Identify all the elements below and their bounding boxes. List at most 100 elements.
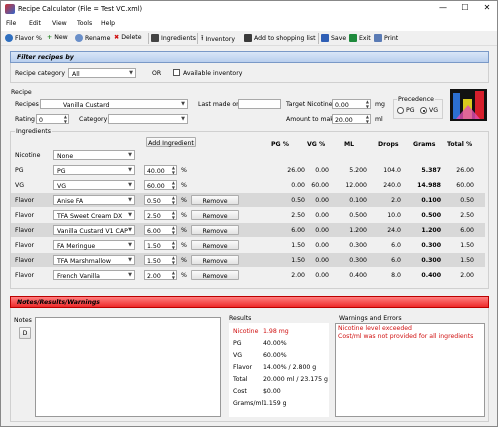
chevron-down-icon: ▼ <box>128 271 132 278</box>
add-shopping-button[interactable]: Add to shopping list <box>244 34 316 42</box>
ingredient-type: VG <box>15 182 25 189</box>
minimize-button[interactable]: — <box>436 3 450 12</box>
result-value: 1.98 mg <box>263 328 289 335</box>
last-made-field[interactable] <box>238 99 281 109</box>
spin-arrows-icon[interactable]: ▲ ▼ <box>366 99 369 109</box>
maximize-button[interactable]: ☐ <box>458 3 472 12</box>
app-window: Recipe Calculator (File = Test VC.xml) —… <box>0 0 498 427</box>
exit-button[interactable]: Exit <box>349 34 371 42</box>
cell-total: 60.00 <box>456 182 474 189</box>
menu-help[interactable]: Help <box>101 20 115 27</box>
col-pg-header: PG % <box>271 141 289 148</box>
target-nicotine-stepper[interactable]: 0.00 ▲ ▼ <box>332 99 371 109</box>
notes-date-button[interactable]: D <box>19 327 31 339</box>
ingredient-type: Flavor <box>15 227 35 234</box>
ingredient-pct-stepper[interactable]: 6.00 ▲ ▼ <box>144 225 177 235</box>
ingredient-select[interactable]: VG ▼ <box>53 180 135 190</box>
remove-button[interactable]: Remove <box>191 240 239 250</box>
toolbar-separator <box>318 33 319 44</box>
ingredient-pct-stepper[interactable]: 1.50 ▲ ▼ <box>144 240 177 250</box>
menu-file[interactable]: File <box>6 20 16 27</box>
amount-stepper[interactable]: 20.00 ▲ ▼ <box>332 114 371 124</box>
ingredient-type: Flavor <box>15 242 35 249</box>
rating-stepper[interactable]: 0 ▲ ▼ <box>36 114 69 124</box>
ingredient-select[interactable]: Anise FA ▼ <box>53 195 135 205</box>
cell-ml: 5.200 <box>349 167 367 174</box>
ingredient-select[interactable]: TFA Marshmallow ▼ <box>53 255 135 265</box>
delete-button[interactable]: ✖ Delete <box>114 34 142 41</box>
results-panel-header[interactable]: Notes/Results/Warnings ⌃⌃ <box>10 296 489 308</box>
cell-vg: 0.00 <box>315 197 329 204</box>
remove-button[interactable]: Remove <box>191 255 239 265</box>
plus-icon: + <box>47 34 53 41</box>
close-button[interactable]: ✕ <box>480 3 494 12</box>
remove-button[interactable]: Remove <box>191 210 239 220</box>
new-button[interactable]: + New <box>47 34 68 41</box>
rating-label: Rating <box>15 116 35 123</box>
save-button[interactable]: Save <box>321 34 346 42</box>
cell-vg: 0.00 <box>315 257 329 264</box>
ingredients-icon <box>151 34 159 42</box>
lab-flask-logo <box>450 89 487 121</box>
add-ingredient-button[interactable]: Add Ingredient <box>146 137 196 147</box>
ingredient-pct-stepper[interactable]: 60.00 ▲ ▼ <box>144 180 177 190</box>
ingredients-button[interactable]: Ingredients <box>151 34 196 42</box>
spin-arrows-icon[interactable]: ▲ ▼ <box>172 255 175 265</box>
inventory-button[interactable]: ⭱ Inventory <box>201 34 235 45</box>
save-icon <box>321 34 329 42</box>
collapse-icon[interactable]: ⌃⌃ <box>17 299 483 307</box>
cell-drops: 104.0 <box>383 167 401 174</box>
spin-arrows-icon[interactable]: ▲ ▼ <box>172 210 175 220</box>
cell-ml: 0.100 <box>349 197 367 204</box>
recipe-category-select[interactable]: All ▼ <box>68 68 136 78</box>
ingredient-select[interactable]: TFA Sweet Cream DX ▼ <box>53 210 135 220</box>
col-ml-header: ML <box>344 141 355 148</box>
ingredient-pct-stepper[interactable]: 2.50 ▲ ▼ <box>144 210 177 220</box>
spin-arrows-icon[interactable]: ▲ ▼ <box>172 180 175 190</box>
recipes-select[interactable]: Vanilla Custard ▼ <box>40 99 188 109</box>
ingredient-pct-stepper[interactable]: 1.50 ▲ ▼ <box>144 255 177 265</box>
ingredient-type: Flavor <box>15 212 35 219</box>
cell-pg: 6.00 <box>291 227 305 234</box>
ingredient-select[interactable]: French Vanilla ▼ <box>53 270 135 280</box>
available-inventory-checkbox[interactable] <box>173 69 180 76</box>
cell-grams: 0.100 <box>421 197 441 204</box>
spin-arrows-icon[interactable]: ▲ ▼ <box>366 114 369 124</box>
cell-drops: 10.0 <box>387 212 401 219</box>
ingredient-select[interactable]: PG ▼ <box>53 165 135 175</box>
ingredient-select[interactable]: FA Meringue ▼ <box>53 240 135 250</box>
spin-arrows-icon[interactable]: ▲ ▼ <box>172 240 175 250</box>
filter-panel-header[interactable]: Filter recipes by <box>10 51 489 63</box>
cell-vg: 0.00 <box>315 227 329 234</box>
remove-button[interactable]: Remove <box>191 195 239 205</box>
ingredient-pct-stepper[interactable]: 2.00 ▲ ▼ <box>144 270 177 280</box>
rename-button[interactable]: Rename <box>75 34 110 42</box>
spin-arrows-icon[interactable]: ▲ ▼ <box>172 225 175 235</box>
menu-tools[interactable]: Tools <box>77 20 92 27</box>
cell-grams: 0.300 <box>421 242 441 249</box>
ingredient-pct-stepper[interactable]: 0.50 ▲ ▼ <box>144 195 177 205</box>
spin-arrows-icon[interactable]: ▲ ▼ <box>172 165 175 175</box>
chevron-down-icon: ▼ <box>128 256 132 263</box>
flavor-button[interactable]: Flavor % <box>5 34 42 42</box>
precedence-vg-radio[interactable] <box>420 107 427 114</box>
chevron-down-icon: ▼ <box>128 166 132 173</box>
ingredient-select[interactable]: Vanilla Custard V1 CAP ▼ <box>53 225 135 235</box>
menu-edit[interactable]: Edit <box>29 20 41 27</box>
remove-button[interactable]: Remove <box>191 225 239 235</box>
precedence-pg-radio[interactable] <box>397 107 404 114</box>
notes-textarea[interactable] <box>35 317 221 417</box>
category-select[interactable]: ▼ <box>108 114 188 124</box>
print-button[interactable]: Print <box>374 34 398 42</box>
results-label: Results <box>229 315 252 322</box>
recipes-label: Recipes <box>15 101 39 108</box>
spin-arrows-icon[interactable]: ▲ ▼ <box>172 195 175 205</box>
cell-pg: 26.00 <box>287 167 305 174</box>
spin-arrows-icon[interactable]: ▲ ▼ <box>172 270 175 280</box>
menu-view[interactable]: View <box>52 20 67 27</box>
remove-button[interactable]: Remove <box>191 270 239 280</box>
ingredient-row: Flavor TFA Sweet Cream DX ▼ 2.50 ▲ ▼% Remove 2.… <box>11 208 485 222</box>
ingredient-pct-stepper[interactable]: 40.00 ▲ ▼ <box>144 165 177 175</box>
spin-arrows-icon[interactable]: ▲ ▼ <box>64 114 67 124</box>
ingredient-select[interactable]: None ▼ <box>53 150 135 160</box>
